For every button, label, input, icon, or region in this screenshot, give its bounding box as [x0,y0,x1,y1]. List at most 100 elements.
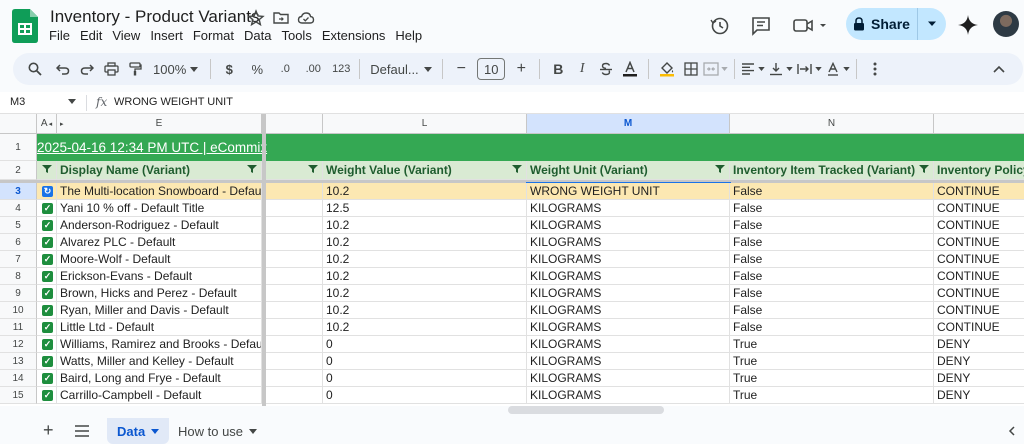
cell-weight-unit[interactable]: KILOGRAMS [527,319,730,336]
cell-status[interactable]: ✓ [37,319,57,336]
menu-edit[interactable]: Edit [80,28,109,43]
column-header-l[interactable]: L [323,114,527,134]
merge-cells-icon[interactable] [703,57,728,81]
cell-weight-unit[interactable]: KILOGRAMS [527,200,730,217]
formula-input[interactable]: WRONG WEIGHT UNIT [114,96,233,108]
cell-empty[interactable] [266,302,323,319]
menu-extensions[interactable]: Extensions [322,28,393,43]
cell-weight-value[interactable]: 10.2 [323,268,527,285]
increase-font-size-button[interactable]: + [509,57,533,81]
cell-empty[interactable] [266,183,323,200]
version-history-icon[interactable] [709,10,731,40]
bold-button[interactable]: B [546,57,570,81]
cell-status[interactable]: ✓ [37,234,57,251]
cell-display-name[interactable]: Ryan, Miller and Davis - Default [57,302,262,319]
row-header[interactable]: 3 [0,183,37,200]
cell-status[interactable]: ✓ [37,217,57,234]
filter-icon[interactable] [715,165,725,173]
sync-icon[interactable]: ↻ [42,186,53,197]
share-dropdown[interactable] [918,21,946,27]
name-box[interactable]: M3 [10,96,80,108]
cell-inventory-policy[interactable]: DENY [934,370,1024,387]
cell-weight-value[interactable]: 10.2 [323,302,527,319]
cell-status[interactable]: ✓ [37,200,57,217]
all-sheets-icon[interactable] [75,425,89,437]
cell-weight-value[interactable]: 10.2 [323,251,527,268]
cell-inventory-tracked[interactable]: True [730,353,934,370]
checkbox-checked-icon[interactable]: ✓ [42,356,53,367]
cell-empty[interactable] [266,387,323,404]
cell-weight-unit[interactable]: KILOGRAMS [527,302,730,319]
cell-empty[interactable] [266,336,323,353]
text-wrapping-icon[interactable] [797,57,822,81]
column-header-e[interactable]: ▸ E [57,114,262,134]
cell-display-name[interactable]: Yani 10 % off - Default Title [57,200,262,217]
cell-weight-value[interactable]: 10.2 [323,319,527,336]
cell-display-name[interactable]: Carrillo-Campbell - Default [57,387,262,404]
row-header[interactable]: 8 [0,268,37,285]
header-cell-weight-value[interactable]: Weight Value (Variant) [323,161,527,180]
column-header-o[interactable] [934,114,1024,134]
cell-empty[interactable] [266,251,323,268]
checkbox-checked-icon[interactable]: ✓ [42,373,53,384]
cell-inventory-policy[interactable]: CONTINUE [934,319,1024,336]
cell-display-name[interactable]: Brown, Hicks and Perez - Default [57,285,262,302]
cell-inventory-tracked[interactable]: False [730,251,934,268]
cell-inventory-tracked[interactable]: True [730,370,934,387]
cell-weight-unit[interactable]: KILOGRAMS [527,285,730,302]
cell-weight-unit[interactable]: KILOGRAMS [527,387,730,404]
row-header[interactable]: 15 [0,387,37,404]
checkbox-checked-icon[interactable]: ✓ [42,254,53,265]
filter-icon[interactable] [512,165,522,173]
avatar[interactable] [993,11,1019,37]
cell-weight-unit[interactable]: KILOGRAMS [527,370,730,387]
cell-display-name[interactable]: Baird, Long and Frye - Default [57,370,262,387]
cell-inventory-tracked[interactable]: False [730,200,934,217]
italic-button[interactable]: I [570,57,594,81]
banner-link[interactable]: 2025-04-16 12:34 PM UTC | eCommix [37,134,267,161]
cell-inventory-policy[interactable]: CONTINUE [934,251,1024,268]
cell-status[interactable]: ✓ [37,370,57,387]
font-select[interactable]: Defaul... [366,57,436,81]
cell-inventory-policy[interactable]: DENY [934,353,1024,370]
decrease-font-size-button[interactable]: − [449,57,473,81]
column-header-hidden[interactable] [266,114,323,134]
gemini-sparkle-icon[interactable] [957,10,979,40]
menu-file[interactable]: File [49,28,77,43]
share-button[interactable]: Share [846,8,918,40]
select-all-corner[interactable] [0,114,37,134]
more-formats-button[interactable]: 123 [329,57,353,81]
row-header[interactable]: 5 [0,217,37,234]
cell-weight-unit[interactable]: KILOGRAMS [527,268,730,285]
document-title[interactable]: Inventory - Product Variants [50,7,259,27]
menu-format[interactable]: Format [193,28,241,43]
cell-empty[interactable] [266,319,323,336]
sheet-tab-data[interactable]: Data [107,418,170,444]
row-header[interactable]: 11 [0,319,37,336]
horizontal-scrollbar[interactable] [508,406,664,414]
percent-format-button[interactable]: % [245,57,269,81]
menu-tools[interactable]: Tools [281,28,318,43]
header-cell-inventory-tracked[interactable]: Inventory Item Tracked (Variant) [730,161,934,180]
filter-icon[interactable] [247,165,257,173]
cloud-saved-icon[interactable] [297,9,315,27]
checkbox-checked-icon[interactable]: ✓ [42,322,53,333]
menu-insert[interactable]: Insert [150,28,190,43]
cell-weight-value[interactable]: 0 [323,387,527,404]
sheets-logo-icon[interactable] [12,9,38,43]
currency-format-button[interactable]: $ [217,57,241,81]
cell-display-name[interactable]: Alvarez PLC - Default [57,234,262,251]
cell-status[interactable]: ✓ [37,268,57,285]
cell-weight-value[interactable]: 10.2 [323,234,527,251]
decrease-decimal-button[interactable]: .0 [273,57,297,81]
comments-icon[interactable] [750,10,772,40]
vertical-align-icon[interactable] [769,57,793,81]
cell-weight-value[interactable]: 10.2 [323,285,527,302]
cell-inventory-policy[interactable]: CONTINUE [934,302,1024,319]
checkbox-checked-icon[interactable]: ✓ [42,203,53,214]
cell-inventory-tracked[interactable]: False [730,319,934,336]
cell-display-name[interactable]: Anderson-Rodriguez - Default [57,217,262,234]
cell-display-name[interactable]: Williams, Ramirez and Brooks - Default [57,336,262,353]
cell-status[interactable]: ↻ [37,183,57,200]
strikethrough-icon[interactable] [594,57,618,81]
